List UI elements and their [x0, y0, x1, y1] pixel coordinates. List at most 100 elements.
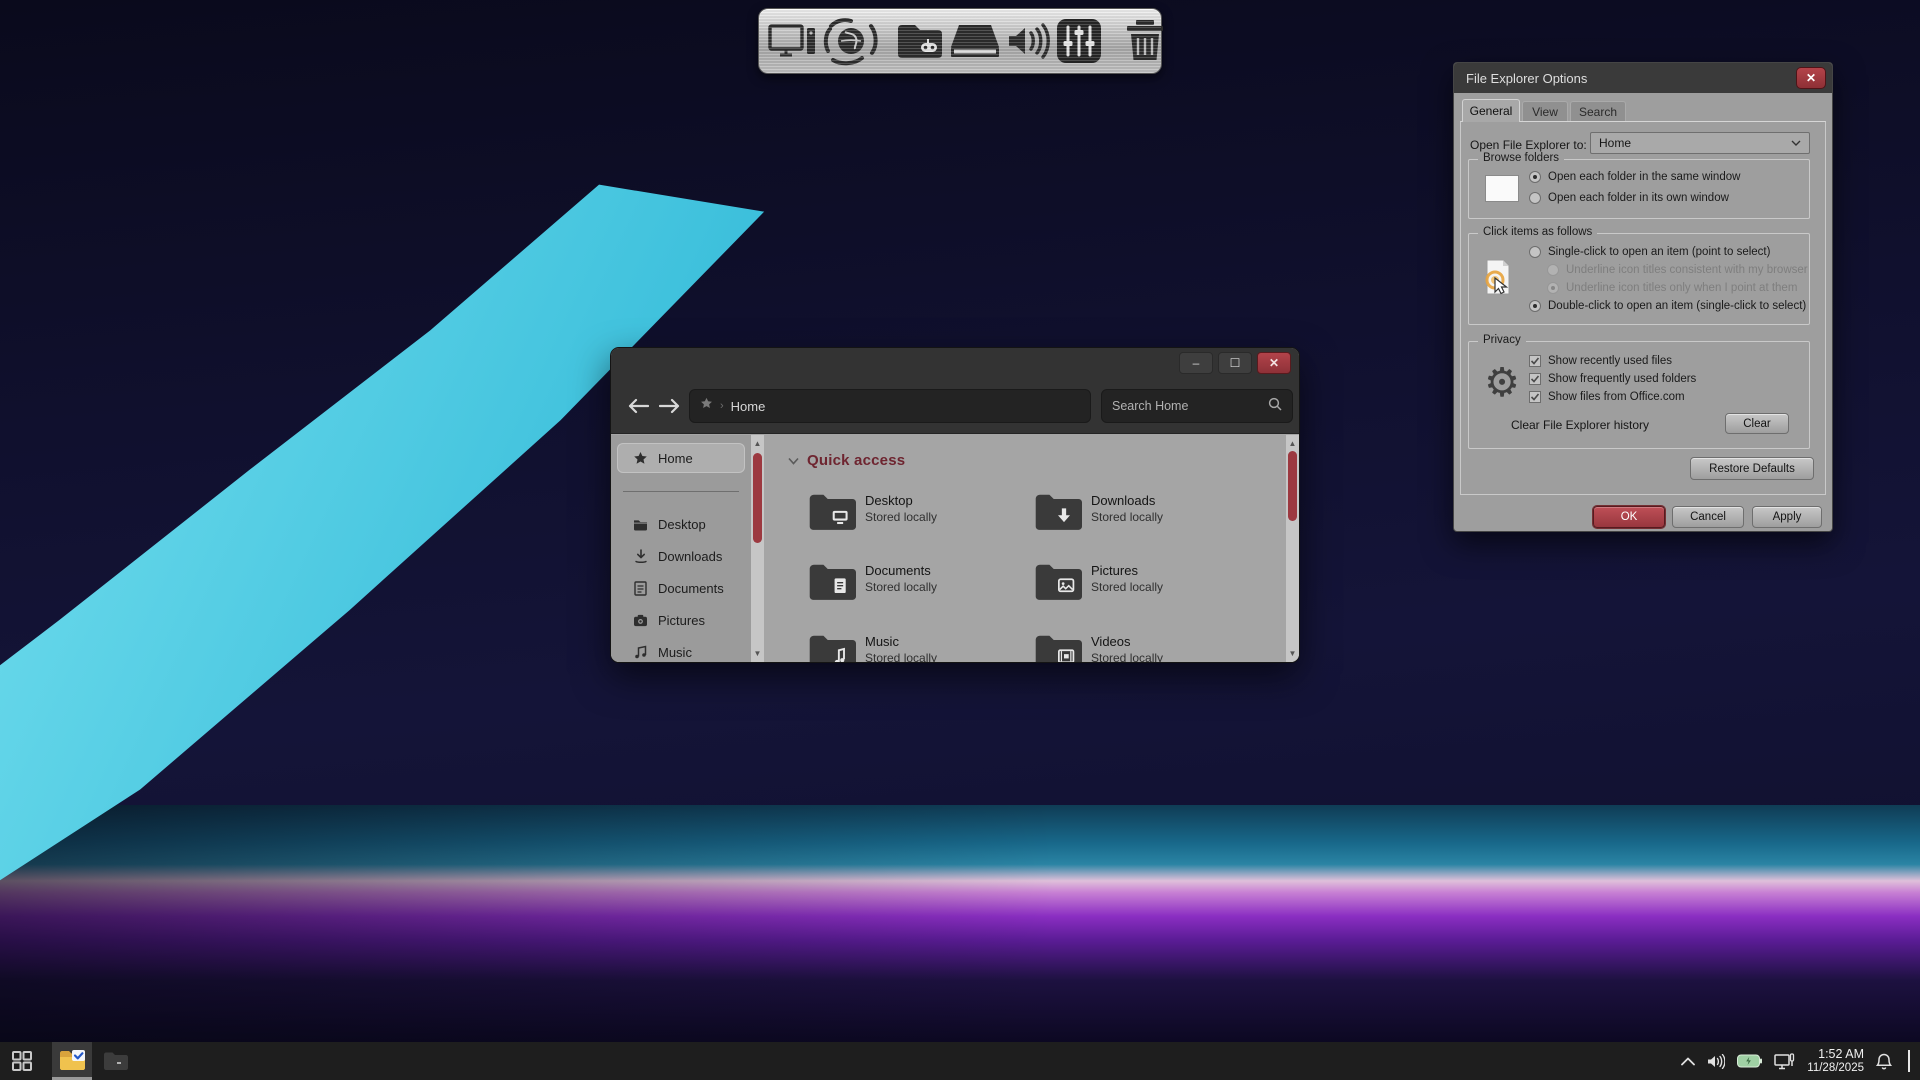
radio-icon[interactable]	[1529, 300, 1541, 312]
sidebar-item-desktop[interactable]: Desktop	[611, 509, 751, 539]
taskbar-clock[interactable]: 1:52 AM 11/28/2025	[1807, 1047, 1864, 1075]
checkbox-recent-files[interactable]: Show recently used files	[1529, 355, 1672, 367]
music-folder-icon	[808, 632, 856, 663]
restore-defaults-button[interactable]: Restore Defaults	[1690, 457, 1814, 480]
computer-icon[interactable]	[767, 18, 819, 64]
maximize-button[interactable]: ☐	[1218, 352, 1252, 374]
mixer-icon[interactable]	[1055, 17, 1103, 65]
taskbar-dark-folder-icon[interactable]	[96, 1042, 136, 1080]
speaker-icon[interactable]	[1005, 20, 1051, 62]
scroll-up-icon[interactable]: ▲	[751, 437, 764, 450]
tile-status: Stored locally	[865, 651, 937, 663]
scrollbar-thumb[interactable]	[753, 453, 762, 543]
globe-icon[interactable]	[823, 16, 879, 66]
tile-videos[interactable]: Videos Stored locally	[1034, 632, 1249, 663]
explorer-content: Quick access Desktop Stored locally Down…	[764, 435, 1286, 662]
taskbar-file-explorer-icon[interactable]	[52, 1042, 92, 1080]
chevron-up-icon[interactable]	[1681, 1057, 1695, 1066]
radio-own-window[interactable]: Open each folder in its own window	[1529, 192, 1729, 204]
sidebar-item-label: Home	[658, 451, 693, 466]
volume-icon[interactable]	[1707, 1054, 1725, 1069]
tile-pictures[interactable]: Pictures Stored locally	[1034, 561, 1249, 623]
open-to-dropdown[interactable]: Home	[1590, 132, 1810, 154]
radio-icon[interactable]	[1529, 171, 1541, 183]
sidebar-item-music[interactable]: Music	[611, 637, 751, 663]
trash-icon[interactable]	[1123, 18, 1167, 64]
dialog-title: File Explorer Options	[1466, 71, 1587, 86]
tab-view[interactable]: View	[1522, 101, 1568, 122]
explorer-sidebar: Home Desktop Downloads Documents	[611, 435, 751, 662]
documents-folder-icon	[808, 561, 856, 606]
tab-label: View	[1532, 105, 1558, 119]
tile-status: Stored locally	[1091, 510, 1163, 524]
hard-drive-icon[interactable]	[949, 19, 1001, 63]
desktop-folder-icon	[808, 491, 856, 536]
explorer-titlebar[interactable]: – ☐ ✕	[611, 348, 1299, 378]
sidebar-item-documents[interactable]: Documents	[611, 573, 751, 603]
sidebar-item-pictures[interactable]: Pictures	[611, 605, 751, 635]
sidebar-item-downloads[interactable]: Downloads	[611, 541, 751, 571]
content-scrollbar[interactable]: ▲ ▼	[1286, 435, 1299, 662]
radio-label: Underline icon titles consistent with my…	[1566, 264, 1808, 276]
wallpaper-shadow	[0, 805, 1920, 1042]
close-button[interactable]: ✕	[1257, 352, 1291, 374]
scrollbar-thumb[interactable]	[1288, 451, 1297, 521]
radio-icon[interactable]	[1529, 192, 1541, 204]
home-star-icon	[700, 397, 713, 415]
chevron-down-icon	[788, 457, 799, 465]
back-button[interactable]	[625, 393, 651, 419]
cancel-button[interactable]: Cancel	[1672, 506, 1744, 528]
scroll-up-icon[interactable]: ▲	[1286, 437, 1299, 450]
radio-single-click[interactable]: Single-click to open an item (point to s…	[1529, 246, 1770, 258]
file-explorer-options-dialog: File Explorer Options ✕ General View Sea…	[1453, 62, 1833, 532]
tile-downloads[interactable]: Downloads Stored locally	[1034, 491, 1249, 553]
dialog-close-button[interactable]: ✕	[1796, 67, 1826, 89]
explorer-body: Home Desktop Downloads Documents	[611, 435, 1299, 662]
forward-button[interactable]	[657, 393, 683, 419]
radio-double-click[interactable]: Double-click to open an item (single-cli…	[1529, 300, 1806, 312]
bell-icon[interactable]	[1876, 1053, 1892, 1070]
single-click-cursor-icon	[1481, 258, 1521, 302]
radio-same-window[interactable]: Open each folder in the same window	[1529, 171, 1740, 183]
radio-icon[interactable]	[1529, 246, 1541, 258]
tile-documents[interactable]: Documents Stored locally	[808, 561, 1023, 623]
display-pen-icon[interactable]	[1774, 1053, 1795, 1070]
browse-folders-preview-icon	[1485, 175, 1519, 202]
sidebar-item-label: Documents	[658, 581, 724, 596]
search-input[interactable]: Search Home	[1101, 389, 1293, 423]
checkbox-office-files[interactable]: Show files from Office.com	[1529, 391, 1685, 403]
click-items-group: Click items as follows Single-click to o…	[1468, 233, 1810, 325]
tab-search[interactable]: Search	[1570, 101, 1626, 122]
sidebar-item-label: Downloads	[658, 549, 722, 564]
dialog-titlebar[interactable]: File Explorer Options	[1454, 63, 1832, 93]
address-bar[interactable]: › Home	[689, 389, 1091, 423]
quick-access-header[interactable]: Quick access	[788, 452, 905, 469]
clear-button[interactable]: Clear	[1725, 413, 1789, 434]
scroll-down-icon[interactable]: ▼	[751, 647, 764, 660]
scroll-down-icon[interactable]: ▼	[1286, 647, 1299, 660]
minimize-button[interactable]: –	[1179, 352, 1213, 374]
sidebar-divider	[623, 491, 739, 492]
search-icon[interactable]	[1268, 397, 1282, 416]
clock-date: 11/28/2025	[1807, 1061, 1864, 1075]
checkbox-label: Show recently used files	[1548, 355, 1672, 367]
tile-music[interactable]: Music Stored locally	[808, 632, 1023, 663]
group-title: Click items as follows	[1478, 226, 1597, 238]
radio-icon	[1547, 282, 1559, 294]
checkbox-frequent-folders[interactable]: Show frequently used folders	[1529, 373, 1696, 385]
battery-icon[interactable]	[1737, 1054, 1762, 1068]
search-placeholder: Search Home	[1112, 399, 1268, 413]
sidebar-item-home[interactable]: Home	[617, 443, 745, 473]
checkbox-icon[interactable]	[1529, 391, 1541, 403]
show-desktop-handle[interactable]	[1908, 1050, 1910, 1072]
radio-label: Open each folder in the same window	[1548, 171, 1740, 183]
checkbox-icon[interactable]	[1529, 373, 1541, 385]
tile-desktop[interactable]: Desktop Stored locally	[808, 491, 1023, 553]
checkbox-icon[interactable]	[1529, 355, 1541, 367]
games-folder-icon[interactable]	[895, 20, 945, 62]
sidebar-scrollbar[interactable]: ▲ ▼	[751, 435, 764, 662]
start-button[interactable]	[0, 1042, 44, 1080]
tab-general[interactable]: General	[1462, 99, 1520, 122]
apply-button[interactable]: Apply	[1752, 506, 1822, 528]
ok-button[interactable]: OK	[1593, 506, 1665, 528]
